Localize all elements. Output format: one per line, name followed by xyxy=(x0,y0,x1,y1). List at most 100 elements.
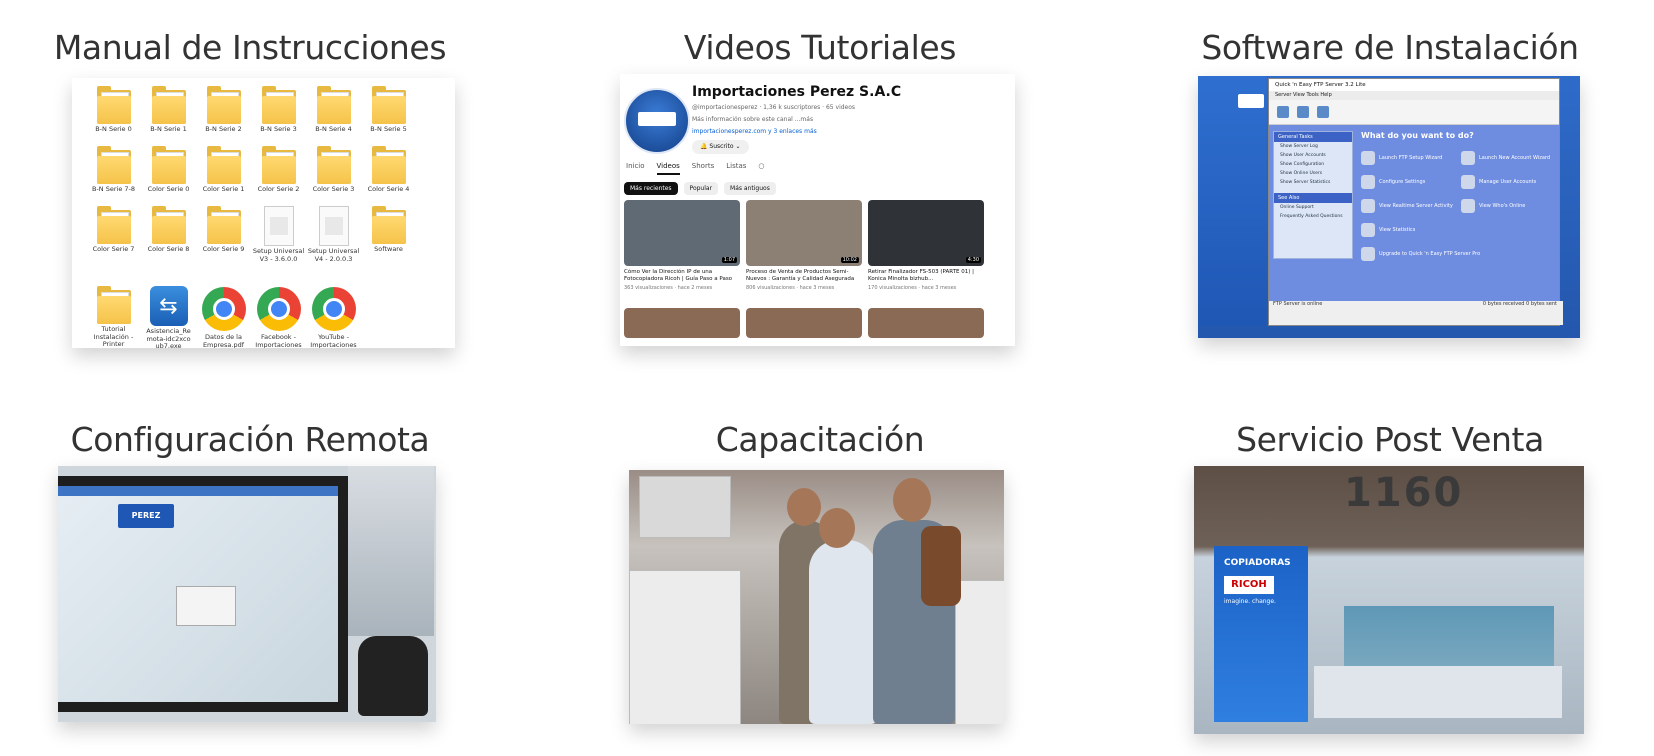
video-card[interactable]: 4:30 Retirar Finalizador FS-503 (PARTE 01… xyxy=(868,200,984,291)
folder-icon xyxy=(206,86,241,124)
file-item[interactable]: Color Serie 8 xyxy=(141,206,196,284)
file-item[interactable]: Datos de la Empresa.pdf xyxy=(196,286,251,348)
home-icon[interactable] xyxy=(1297,106,1309,118)
video-thumb[interactable] xyxy=(624,308,740,338)
chip-popular[interactable]: Popular xyxy=(683,182,719,195)
task-item[interactable]: Show User Accounts xyxy=(1274,151,1352,160)
option-configure[interactable]: Configure Settings xyxy=(1361,175,1425,189)
folder-icon xyxy=(206,146,241,184)
video-thumb[interactable] xyxy=(746,308,862,338)
tab-inicio[interactable]: Inicio xyxy=(626,162,645,175)
subscribe-button[interactable]: 🔔 Suscrito ⌄ xyxy=(692,140,749,154)
video-thumbnail[interactable]: 4:30 xyxy=(868,200,984,266)
video-thumbnail[interactable]: 10:02 xyxy=(746,200,862,266)
manual-panel[interactable]: B-N Serie 0 B-N Serie 1 B-N Serie 2 B-N Ser… xyxy=(72,78,455,348)
option-setup-wizard[interactable]: Launch FTP Setup Wizard xyxy=(1361,151,1442,165)
file-item[interactable]: B-N Serie 4 xyxy=(306,86,361,144)
video-title[interactable]: Retirar Finalizador FS-503 (PARTE 01) | … xyxy=(868,269,984,283)
video-thumb[interactable] xyxy=(868,308,984,338)
tab-videos[interactable]: Videos xyxy=(656,162,680,175)
postventa-panel[interactable]: 1160 COPIADORAS RICOH imagine. change. xyxy=(1194,466,1584,734)
file-item[interactable]: B-N Serie 3 xyxy=(251,86,306,144)
video-title[interactable]: Cómo Ver la Dirección IP de una Fotocopi… xyxy=(624,269,740,283)
channel-description[interactable]: Más información sobre este canal ...más xyxy=(692,116,813,123)
file-item[interactable]: Setup Universal V3 - 3.6.0.0 xyxy=(251,206,306,284)
search-icon[interactable]: ○ xyxy=(758,162,764,175)
remote-panel[interactable]: PEREZ xyxy=(58,466,436,722)
youtube-panel[interactable]: Importaciones Perez S.A.C @importaciones… xyxy=(620,74,1015,346)
activity-icon xyxy=(1361,199,1375,213)
file-label: Color Serie 2 xyxy=(257,185,300,193)
menu-bar[interactable]: Server View Tools Help xyxy=(1269,91,1559,100)
tab-listas[interactable]: Listas xyxy=(726,162,746,175)
task-main: What do you want to do? Launch FTP Setup… xyxy=(1361,131,1551,299)
channel-tabs: Inicio Videos Shorts Listas ○ xyxy=(626,162,765,175)
task-item[interactable]: Show Server Log xyxy=(1274,142,1352,151)
file-item[interactable]: Setup Universal V4 - 2.0.0.3 xyxy=(306,206,361,284)
file-item[interactable]: Software xyxy=(361,206,416,284)
setup-icon[interactable] xyxy=(1317,106,1329,118)
file-item[interactable]: B-N Serie 0 xyxy=(86,86,141,144)
window-title: Quick 'n Easy FTP Server 3.2 Lite xyxy=(1269,79,1559,91)
video-card[interactable]: 10:02 Proceso de Venta de Productos Semi-… xyxy=(746,200,862,291)
file-item[interactable]: B-N Serie 7-8 xyxy=(86,146,141,204)
chrome-icon xyxy=(201,286,246,332)
file-label: Setup Universal V4 - 2.0.0.3 xyxy=(307,247,360,263)
users-icon xyxy=(1461,175,1475,189)
file-item[interactable]: Color Serie 9 xyxy=(196,206,251,284)
tab-shorts[interactable]: Shorts xyxy=(692,162,714,175)
title-manual: Manual de Instrucciones xyxy=(53,28,447,67)
task-item[interactable]: Show Online Users xyxy=(1274,169,1352,178)
file-item[interactable]: Facebook - Importaciones Perez xyxy=(251,286,306,348)
option-manage-users[interactable]: Manage User Accounts xyxy=(1461,175,1536,189)
copier xyxy=(955,580,1004,724)
stop-icon[interactable] xyxy=(1277,106,1289,118)
option-statistics[interactable]: View Statistics xyxy=(1361,223,1415,237)
file-label: B-N Serie 5 xyxy=(370,125,407,133)
address-number: 1160 xyxy=(1344,470,1464,516)
file-item[interactable]: Color Serie 0 xyxy=(141,146,196,204)
backpack xyxy=(921,526,961,606)
option-online[interactable]: View Who's Online xyxy=(1461,199,1525,213)
file-label: B-N Serie 4 xyxy=(315,125,352,133)
video-card[interactable]: 1:07 Cómo Ver la Dirección IP de una Foto… xyxy=(624,200,740,291)
file-item[interactable]: B-N Serie 5 xyxy=(361,86,416,144)
chip-recientes[interactable]: Más recientes xyxy=(624,182,678,195)
file-item[interactable]: YouTube - Importaciones Perez xyxy=(306,286,361,348)
software-panel[interactable]: Quick 'n Easy FTP Server 3.2 Lite Server… xyxy=(1198,76,1580,338)
file-item[interactable]: B-N Serie 1 xyxy=(141,86,196,144)
monitor-photo: PEREZ xyxy=(58,476,348,712)
file-item[interactable]: Color Serie 7 xyxy=(86,206,141,284)
file-item[interactable]: B-N Serie 2 xyxy=(196,86,251,144)
task-item[interactable]: Frequently Asked Questions xyxy=(1274,212,1352,221)
video-thumbnail[interactable]: 1:07 xyxy=(624,200,740,266)
file-item[interactable]: Color Serie 4 xyxy=(361,146,416,204)
capacitacion-panel[interactable] xyxy=(629,470,1004,724)
file-item[interactable]: ⇆ Asistencia_Re mota-idc2xco ub7.exe xyxy=(141,286,196,348)
folder-icon xyxy=(151,206,186,244)
file-item[interactable]: Color Serie 2 xyxy=(251,146,306,204)
file-label: Asistencia_Re mota-idc2xco ub7.exe xyxy=(146,327,191,348)
option-account-wizard[interactable]: Launch New Account Wizard xyxy=(1461,151,1550,165)
task-item[interactable]: Online Support xyxy=(1274,203,1352,212)
channel-links[interactable]: importacionesperez.com y 3 enlaces más xyxy=(692,128,817,135)
option-activity[interactable]: View Realtime Server Activity xyxy=(1361,199,1453,213)
document-icon xyxy=(318,206,349,246)
channel-name: Importaciones Perez S.A.C xyxy=(692,84,902,100)
folder-icon xyxy=(96,146,131,184)
video-title[interactable]: Proceso de Venta de Productos Semi-Nuevo… xyxy=(746,269,862,283)
chip-antiguos[interactable]: Más antiguos xyxy=(724,182,776,195)
video-list: 1:07 Cómo Ver la Dirección IP de una Foto… xyxy=(624,200,984,291)
folder-icon xyxy=(96,286,131,324)
background-office xyxy=(348,466,434,636)
file-item[interactable]: Color Serie 3 xyxy=(306,146,361,204)
status-text: FTP Server is online xyxy=(1273,301,1323,307)
file-label: Color Serie 1 xyxy=(202,185,245,193)
file-item[interactable]: Tutorial Instalación - Printer xyxy=(86,286,141,348)
file-label: YouTube - Importaciones Perez xyxy=(310,333,357,348)
option-upgrade[interactable]: Upgrade to Quick 'n Easy FTP Server Pro xyxy=(1361,247,1480,261)
file-item[interactable]: Color Serie 1 xyxy=(196,146,251,204)
task-item[interactable]: Show Configuration xyxy=(1274,160,1352,169)
task-item[interactable]: Show Server Statistics xyxy=(1274,178,1352,187)
file-label: Color Serie 7 xyxy=(92,245,135,253)
